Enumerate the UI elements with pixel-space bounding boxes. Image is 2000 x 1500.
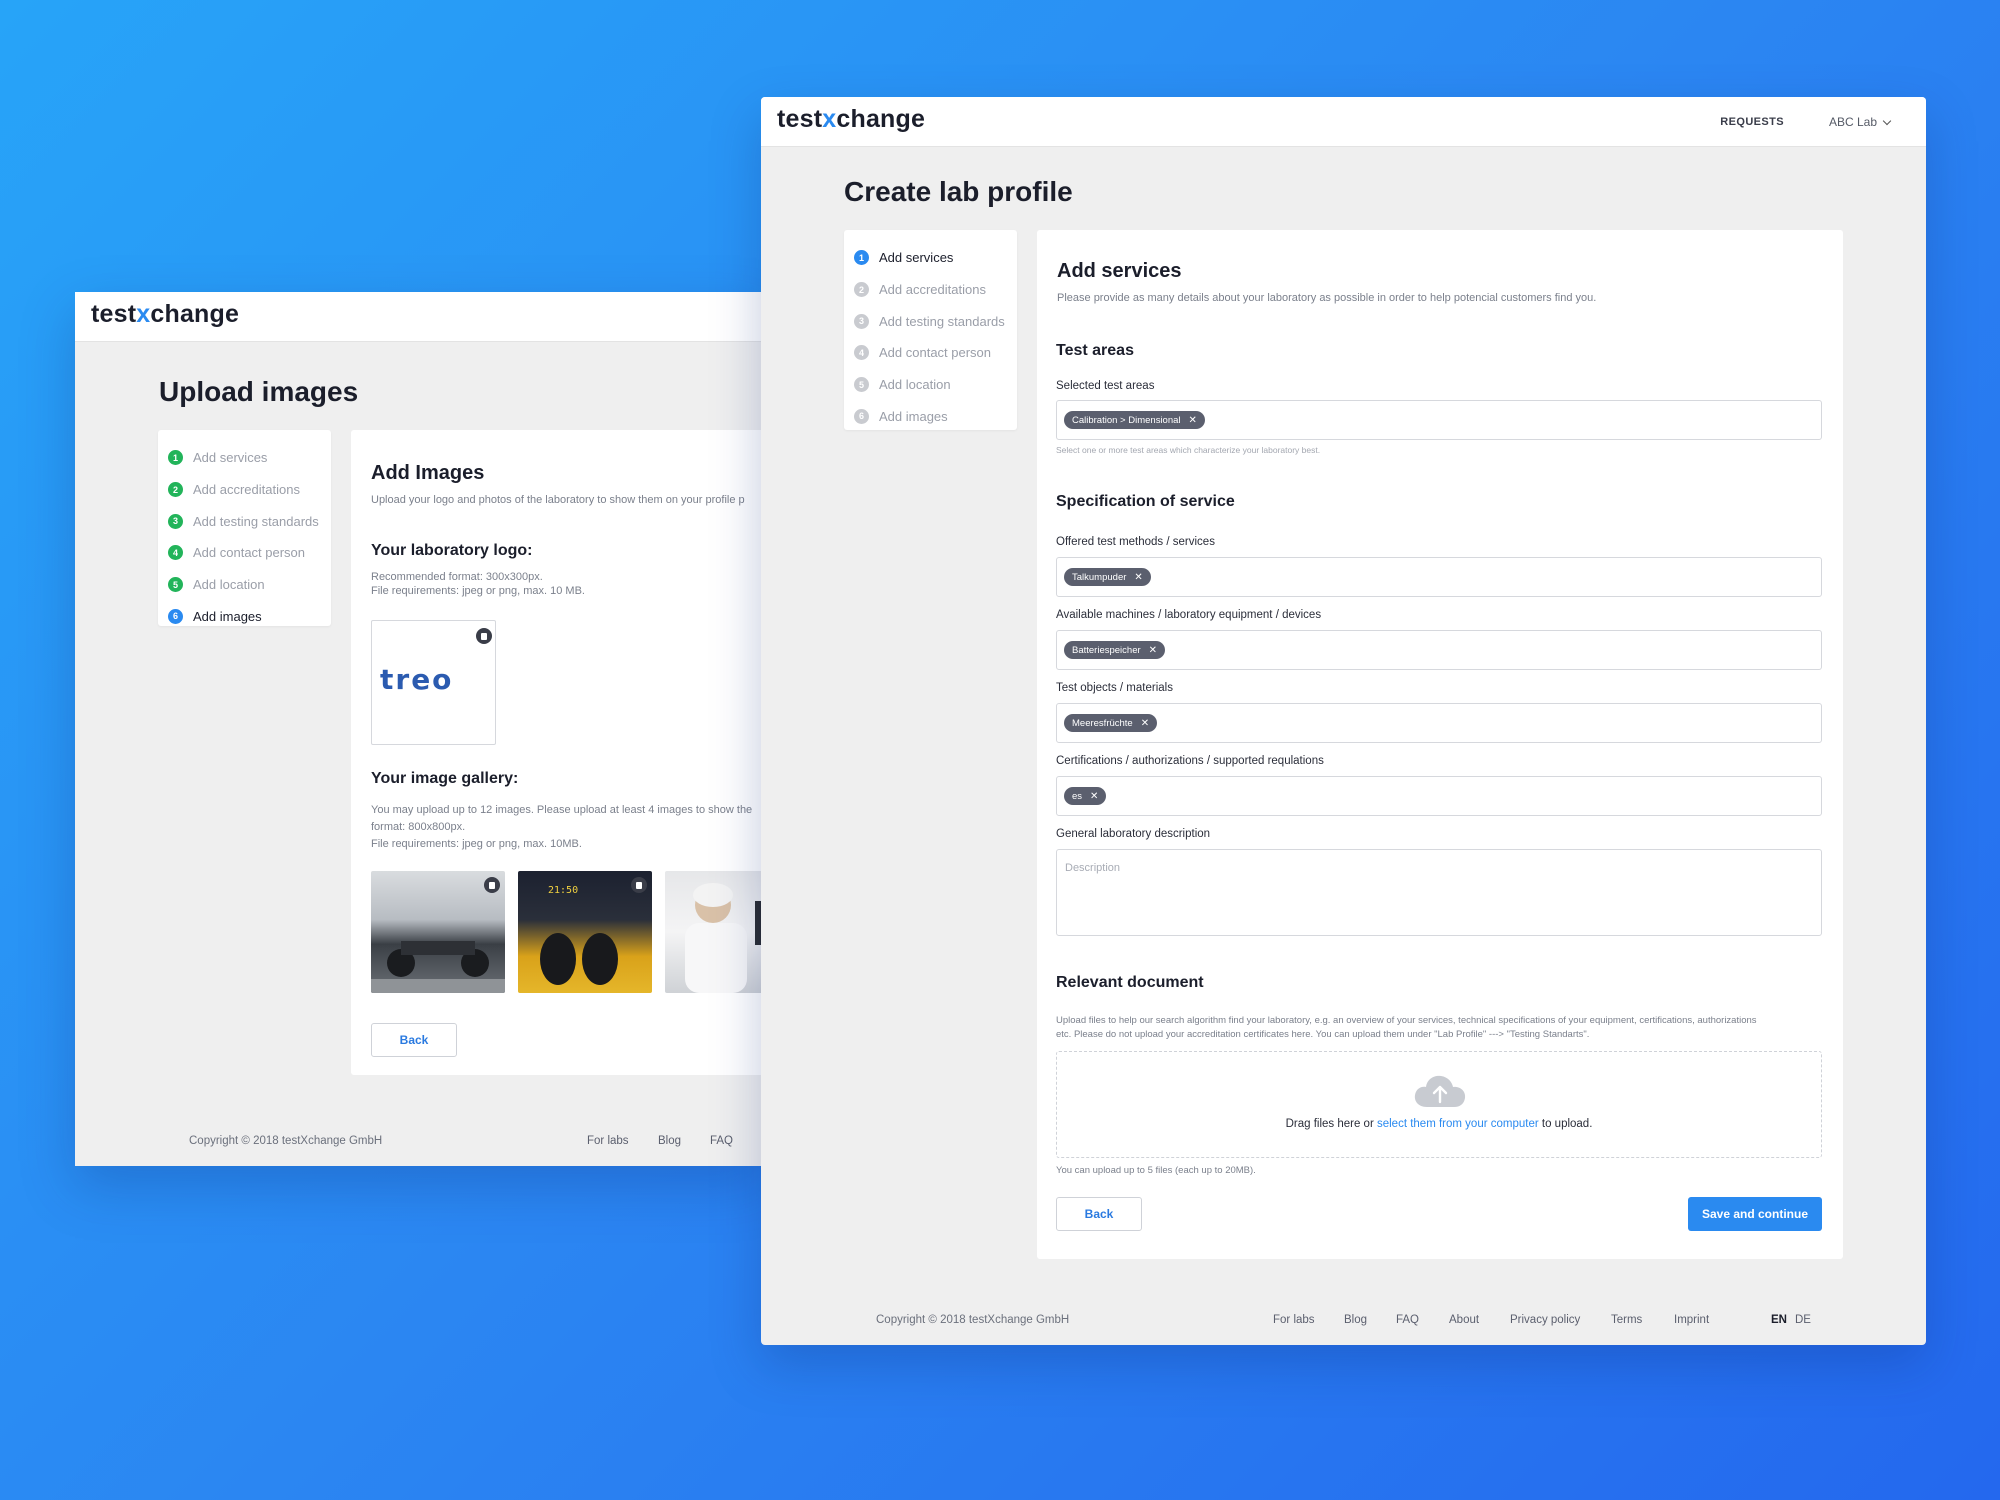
lab-worker-image bbox=[685, 883, 765, 993]
steps-sidebar: 1 Add services 2 Add accreditations 3 Add t… bbox=[158, 430, 331, 626]
svg-text:21:50: 21:50 bbox=[548, 885, 578, 896]
brand-logo[interactable]: testxchange bbox=[777, 105, 925, 134]
chevron-down-icon bbox=[1882, 116, 1892, 126]
step-add-location[interactable]: 5 Add location bbox=[168, 569, 321, 601]
offered-test-methods-label: Offered test methods / services bbox=[1056, 536, 1215, 548]
step-add-images[interactable]: 6 Add images bbox=[168, 600, 321, 632]
certifications-field[interactable]: es ✕ bbox=[1056, 776, 1822, 816]
description-placeholder: Description bbox=[1065, 862, 1121, 874]
step-add-location[interactable]: 5 Add location bbox=[854, 369, 1007, 401]
remove-chip-icon[interactable]: ✕ bbox=[1134, 572, 1142, 583]
remove-chip-icon[interactable]: ✕ bbox=[1090, 791, 1098, 802]
step-add-testing-standards[interactable]: 3 Add testing standards bbox=[168, 505, 321, 537]
nav-requests-link[interactable]: REQUESTS bbox=[1720, 116, 1784, 128]
footer-link-privacy-policy[interactable]: Privacy policy bbox=[1510, 1314, 1580, 1326]
remove-chip-icon[interactable]: ✕ bbox=[1149, 645, 1157, 656]
footer-link-blog[interactable]: Blog bbox=[658, 1135, 681, 1147]
add-images-card: Add Images Upload your logo and photos o… bbox=[351, 430, 765, 1075]
delete-image-icon[interactable] bbox=[484, 877, 500, 893]
test-objects-field[interactable]: Meeresfrüchte ✕ bbox=[1056, 703, 1822, 743]
test-areas-hint: Select one or more test areas which char… bbox=[1056, 445, 1321, 455]
gallery-line-1: You may upload up to 12 images. Please u… bbox=[371, 804, 753, 816]
available-machines-label: Available machines / laboratory equipmen… bbox=[1056, 609, 1322, 621]
document-text-2: etc. Please do not upload your accredita… bbox=[1056, 1029, 1590, 1040]
brand-logo[interactable]: testxchange bbox=[91, 300, 239, 329]
footer-copyright: Copyright © 2018 testXchange GmbH bbox=[876, 1314, 1070, 1326]
selected-test-areas-field[interactable]: Calibration > Dimensional ✕ bbox=[1056, 400, 1822, 440]
step-add-accreditations[interactable]: 2 Add accreditations bbox=[854, 274, 1007, 306]
gallery-image-2: 21:50 bbox=[518, 871, 652, 993]
back-button[interactable]: Back bbox=[371, 1023, 457, 1057]
test-objects-label: Test objects / materials bbox=[1056, 682, 1173, 694]
gallery-line-2: format: 800x800px. bbox=[371, 821, 466, 833]
select-files-link[interactable]: select them from your computer bbox=[1377, 1118, 1539, 1130]
delete-image-icon[interactable] bbox=[631, 877, 647, 893]
dropzone-text: Drag files here or select them from your… bbox=[1285, 1118, 1593, 1130]
gallery-line-3: File requirements: jpeg or png, max. 10M… bbox=[371, 838, 582, 850]
footer-link-faq[interactable]: FAQ bbox=[710, 1135, 733, 1147]
upload-images-window: testxchange Upload images 1 Add services … bbox=[75, 292, 765, 1166]
relevant-document-title: Relevant document bbox=[1056, 974, 1204, 991]
step-add-accreditations[interactable]: 2 Add accreditations bbox=[168, 474, 321, 506]
logo-file-requirements: File requirements: jpeg or png, max. 10 … bbox=[371, 585, 585, 597]
delete-logo-icon[interactable] bbox=[476, 628, 492, 644]
machine-chip: Batteriespeicher ✕ bbox=[1064, 641, 1166, 659]
selected-test-areas-label: Selected test areas bbox=[1056, 380, 1155, 392]
footer-link-blog[interactable]: Blog bbox=[1344, 1314, 1367, 1326]
page-title: Create lab profile bbox=[844, 176, 1073, 207]
remove-chip-icon[interactable]: ✕ bbox=[1141, 718, 1149, 729]
gallery-image-3 bbox=[665, 871, 765, 993]
footer-link-imprint[interactable]: Imprint bbox=[1674, 1314, 1709, 1326]
certifications-label: Certifications / authorizations / suppor… bbox=[1056, 755, 1324, 767]
step-add-services[interactable]: 1 Add services bbox=[854, 242, 1007, 274]
file-dropzone[interactable]: Drag files here or select them from your… bbox=[1056, 1051, 1822, 1158]
test-area-chip: Calibration > Dimensional ✕ bbox=[1064, 411, 1205, 429]
step-add-images[interactable]: 6 Add images bbox=[854, 400, 1007, 432]
page-title: Upload images bbox=[159, 376, 359, 407]
footer-link-about[interactable]: About bbox=[1449, 1314, 1479, 1326]
card-subheading: Upload your logo and photos of the labor… bbox=[371, 494, 745, 506]
language-de[interactable]: DE bbox=[1795, 1314, 1811, 1326]
card-heading: Add Images bbox=[371, 462, 485, 484]
offered-test-methods-field[interactable]: Talkumpuder ✕ bbox=[1056, 557, 1822, 597]
step-add-contact-person[interactable]: 4 Add contact person bbox=[854, 337, 1007, 369]
description-textarea[interactable]: Description bbox=[1056, 849, 1822, 936]
step-add-services[interactable]: 1 Add services bbox=[168, 442, 321, 474]
test-method-chip: Talkumpuder ✕ bbox=[1064, 568, 1151, 586]
language-en[interactable]: EN bbox=[1771, 1314, 1787, 1326]
available-machines-field[interactable]: Batteriespeicher ✕ bbox=[1056, 630, 1822, 670]
footer-copyright: Copyright © 2018 testXchange GmbH bbox=[189, 1135, 383, 1147]
account-dropdown[interactable]: ABC Lab bbox=[1829, 115, 1892, 129]
card-heading: Add services bbox=[1057, 260, 1182, 282]
description-label: General laboratory description bbox=[1056, 828, 1211, 840]
footer-link-for-labs[interactable]: For labs bbox=[1273, 1314, 1315, 1326]
steps-sidebar: 1 Add services 2 Add accreditations 3 Add t… bbox=[844, 230, 1017, 430]
create-lab-profile-window: testxchange REQUESTS ABC Lab Create lab … bbox=[761, 97, 1926, 1345]
remove-chip-icon[interactable]: ✕ bbox=[1189, 415, 1197, 426]
logo-recommended-format: Recommended format: 300x300px. bbox=[371, 571, 543, 583]
top-navbar: testxchange REQUESTS ABC Lab bbox=[761, 97, 1926, 147]
upload-limit-hint: You can upload up to 5 files (each up to… bbox=[1056, 1165, 1256, 1176]
upload-cloud-icon bbox=[1414, 1075, 1466, 1107]
footer-link-faq[interactable]: FAQ bbox=[1396, 1314, 1419, 1326]
test-areas-title: Test areas bbox=[1056, 342, 1134, 359]
document-text-1: Upload files to help our search algorith… bbox=[1056, 1015, 1757, 1026]
gallery-section-title: Your image gallery: bbox=[371, 770, 519, 787]
back-button[interactable]: Back bbox=[1056, 1197, 1142, 1231]
top-navbar: testxchange bbox=[75, 292, 765, 342]
save-and-continue-button[interactable]: Save and continue bbox=[1688, 1197, 1822, 1231]
logo-section-title: Your laboratory logo: bbox=[371, 542, 533, 559]
certification-chip: es ✕ bbox=[1064, 787, 1107, 805]
test-object-chip: Meeresfrüchte ✕ bbox=[1064, 714, 1158, 732]
footer-link-terms[interactable]: Terms bbox=[1611, 1314, 1642, 1326]
step-add-testing-standards[interactable]: 3 Add testing standards bbox=[854, 305, 1007, 337]
lab-logo-preview: treo bbox=[371, 620, 496, 745]
add-services-card: Add services Please provide as many deta… bbox=[1037, 230, 1843, 1259]
footer-link-for-labs[interactable]: For labs bbox=[587, 1135, 629, 1147]
card-subheading: Please provide as many details about you… bbox=[1057, 292, 1597, 304]
treo-logo-image: treo bbox=[380, 663, 454, 696]
step-add-contact-person[interactable]: 4 Add contact person bbox=[168, 537, 321, 569]
specification-title: Specification of service bbox=[1056, 493, 1235, 510]
gallery-image-1 bbox=[371, 871, 505, 993]
